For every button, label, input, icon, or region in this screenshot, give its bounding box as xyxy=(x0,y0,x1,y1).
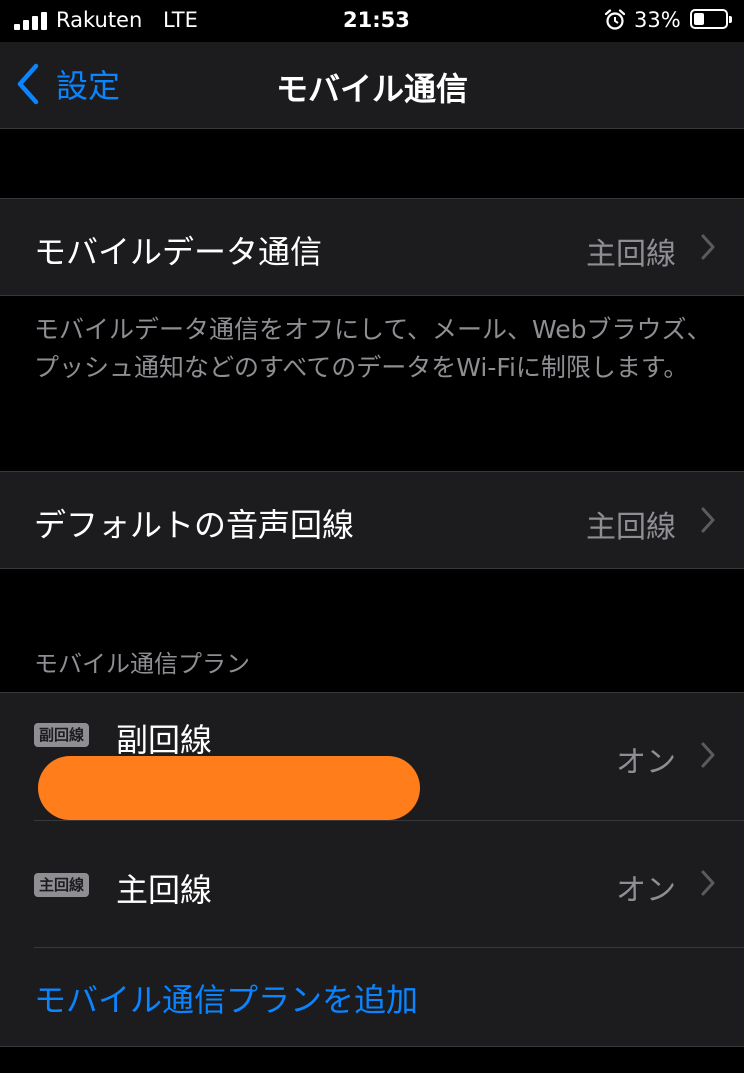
divider xyxy=(0,295,744,296)
plan-status: オン xyxy=(616,745,676,780)
alarm-icon xyxy=(604,9,626,30)
cellular-data-row[interactable]: モバイルデータ通信 主回線 xyxy=(0,199,744,295)
add-cellular-plan-link[interactable]: モバイル通信プランを追加 xyxy=(34,975,418,1021)
carrier-name: Rakuten xyxy=(56,8,143,32)
network-type: LTE xyxy=(163,8,198,32)
plan-tag-badge: 副回線 xyxy=(34,723,90,747)
cellular-plans-header: モバイル通信プラン xyxy=(34,650,250,678)
plan-tag-badge: 主回線 xyxy=(34,873,90,897)
default-voice-line-row[interactable]: デフォルトの音声回線 主回線 xyxy=(0,472,744,568)
plan-name: 主回線 xyxy=(116,871,213,909)
plan-name: 副回線 xyxy=(116,721,213,759)
cellular-data-value: 主回線 xyxy=(586,237,676,272)
chevron-right-icon xyxy=(701,507,715,533)
cellular-data-description: モバイルデータ通信をオフにして、メール、Webブラウズ、プッシュ通知などのすべて… xyxy=(34,315,712,382)
cellular-data-label: モバイルデータ通信 xyxy=(34,233,323,271)
chevron-right-icon xyxy=(701,742,715,768)
battery-level xyxy=(694,13,704,25)
divider xyxy=(0,568,744,569)
page-title: モバイル通信 xyxy=(275,70,468,108)
default-voice-line-label: デフォルトの音声回線 xyxy=(34,506,355,544)
plan-row-primary[interactable]: 主回線 主回線 オン xyxy=(0,821,744,947)
chevron-right-icon xyxy=(701,234,715,260)
status-bar: Rakuten LTE 21:53 33% xyxy=(0,0,744,42)
divider xyxy=(0,1046,744,1047)
cellular-plans-group: 副回線 副回線 オン 主回線 主回線 オン モバイル通信プランを追加 xyxy=(0,693,744,1046)
plan-status: オン xyxy=(616,873,676,908)
default-voice-line-value: 主回線 xyxy=(586,510,676,545)
battery-percent: 33% xyxy=(634,8,681,32)
battery-icon xyxy=(690,9,732,29)
chevron-right-icon xyxy=(701,870,715,896)
navigation-bar: 設定 モバイル通信 xyxy=(0,42,744,129)
status-time: 21:53 xyxy=(343,8,410,32)
divider xyxy=(34,947,744,948)
redaction-mark xyxy=(38,756,420,820)
signal-icon xyxy=(14,10,48,30)
